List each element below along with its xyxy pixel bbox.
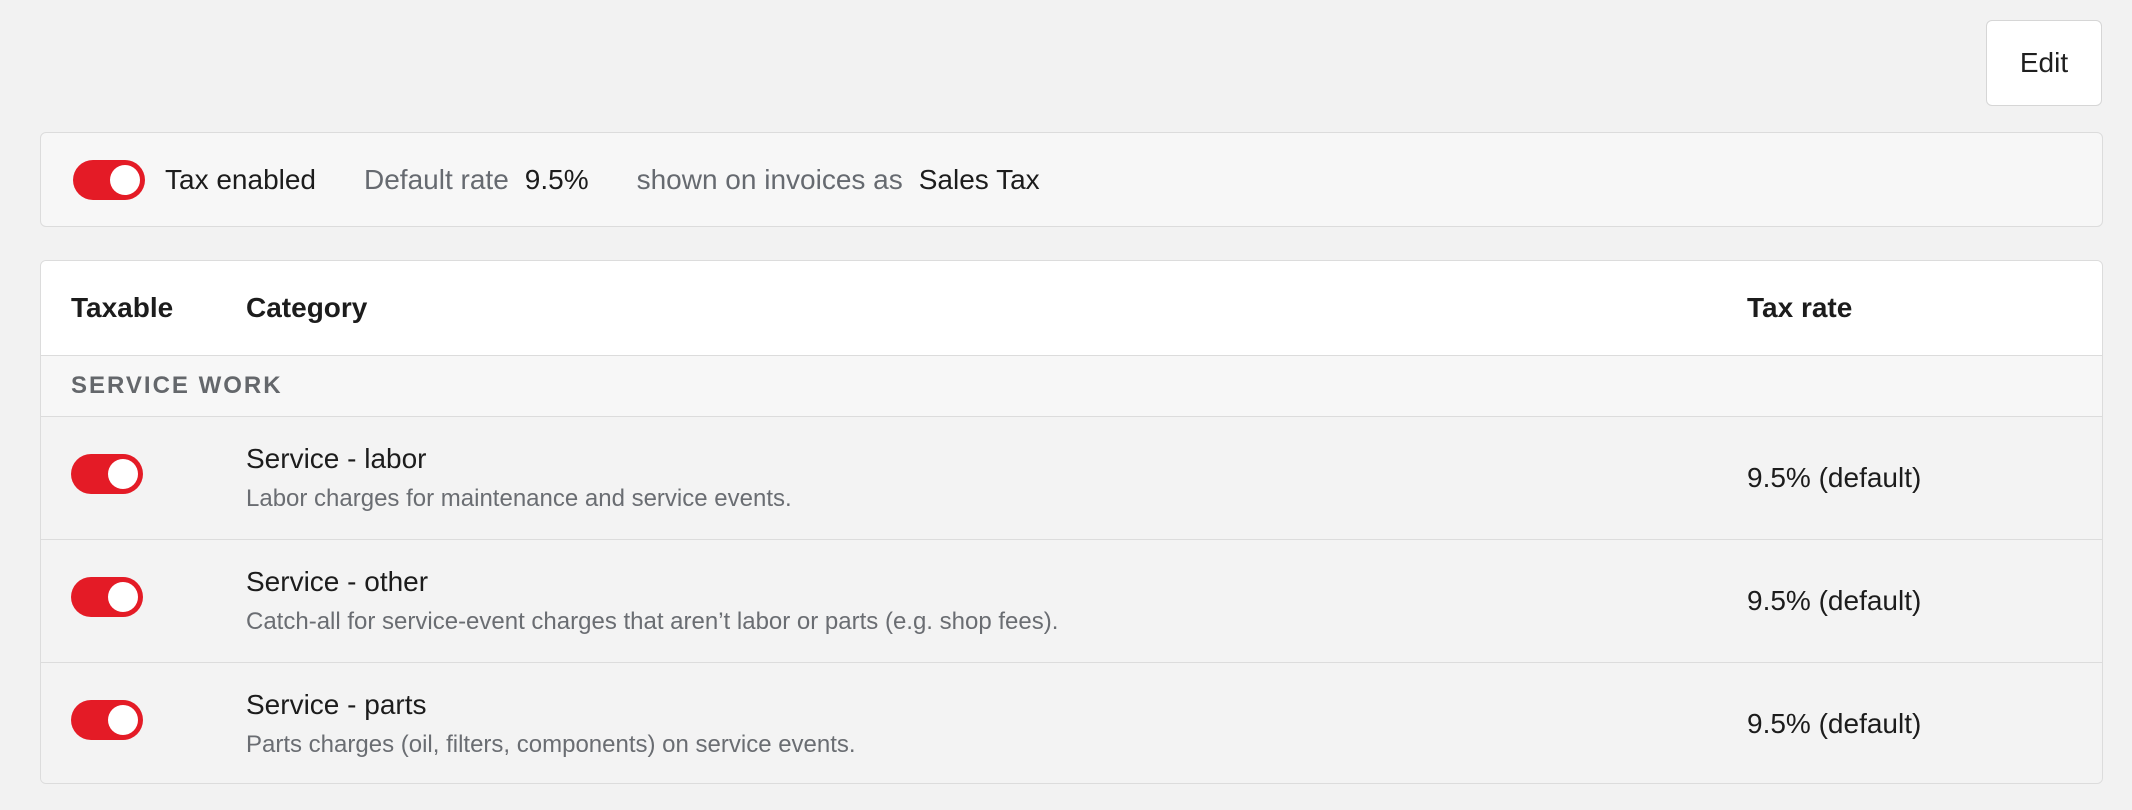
toggle-knob bbox=[108, 705, 138, 735]
taxable-toggle[interactable] bbox=[71, 577, 143, 617]
category-title: Service - labor bbox=[246, 443, 427, 474]
header-category: Category bbox=[246, 292, 368, 323]
tax-enabled-label: Tax enabled bbox=[165, 163, 317, 195]
tax-settings-page: Edit Tax enabled Default rate 9.5% shown… bbox=[0, 0, 2132, 810]
category-tax-rate: 9.5% (default) bbox=[1747, 585, 1922, 616]
taxable-toggle[interactable] bbox=[71, 454, 143, 494]
shown-on-invoices-label: shown on invoices as bbox=[636, 163, 903, 195]
invoice-tax-name: Sales Tax bbox=[918, 163, 1040, 195]
table-row: Service - parts Parts charges (oil, filt… bbox=[41, 663, 2102, 783]
table-header: Taxable Category Tax rate bbox=[41, 261, 2102, 356]
tax-summary-bar: Tax enabled Default rate 9.5% shown on i… bbox=[40, 132, 2103, 227]
edit-button[interactable]: Edit bbox=[1986, 20, 2102, 106]
category-tax-rate: 9.5% (default) bbox=[1747, 462, 1922, 493]
category-description: Labor charges for maintenance and servic… bbox=[246, 485, 792, 512]
header-tax-rate: Tax rate bbox=[1747, 292, 1853, 323]
header-taxable: Taxable bbox=[71, 292, 174, 323]
taxable-toggle[interactable] bbox=[71, 700, 143, 740]
table-row: Service - labor Labor charges for mainte… bbox=[41, 417, 2102, 540]
category-title: Service - other bbox=[246, 566, 429, 597]
section-heading-label: SERVICE WORK bbox=[71, 372, 283, 399]
section-heading: SERVICE WORK bbox=[41, 356, 2102, 417]
toggle-knob bbox=[108, 459, 138, 489]
category-title: Service - parts bbox=[246, 689, 427, 720]
category-tax-rate: 9.5% (default) bbox=[1747, 708, 1922, 739]
category-description: Parts charges (oil, filters, components)… bbox=[246, 731, 856, 758]
toggle-knob bbox=[108, 582, 138, 612]
default-rate-value: 9.5% bbox=[524, 163, 589, 195]
default-rate-label: Default rate bbox=[364, 163, 509, 195]
category-description: Catch-all for service-event charges that… bbox=[246, 608, 1059, 635]
toggle-knob bbox=[110, 164, 140, 195]
tax-enabled-toggle[interactable] bbox=[73, 159, 145, 200]
tax-categories-table: Taxable Category Tax rate SERVICE WORK S… bbox=[40, 260, 2103, 784]
table-row: Service - other Catch-all for service-ev… bbox=[41, 540, 2102, 663]
